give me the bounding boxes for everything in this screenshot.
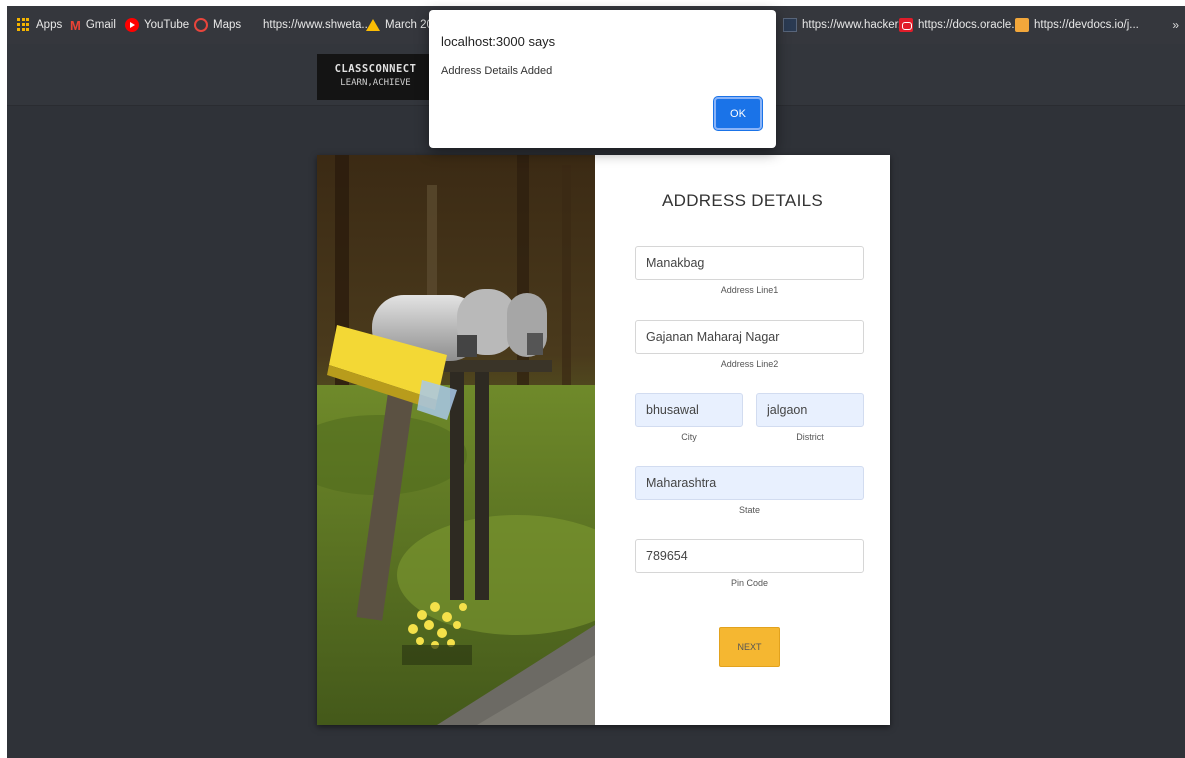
state-input[interactable] [635, 466, 864, 500]
address-card: ADDRESS DETAILS Address Line1 Address Li… [317, 155, 890, 725]
devdocs-icon [1015, 18, 1029, 32]
bookmark-shweta[interactable]: https://www.shweta... [263, 6, 371, 44]
dialog-ok-button[interactable]: OK [714, 97, 762, 130]
address-form: ADDRESS DETAILS Address Line1 Address Li… [595, 155, 890, 725]
bookmark-youtube[interactable]: YouTube [125, 6, 189, 44]
oracle-icon [899, 18, 913, 32]
bookmark-label: Maps [213, 19, 242, 31]
bookmarks-overflow-icon[interactable]: » [1172, 6, 1179, 44]
bookmark-label: Gmail [85, 19, 116, 31]
logo-subtitle: LEARN,ACHIEVE [340, 78, 411, 88]
bookmark-oracle[interactable]: https://docs.oracle.... [899, 6, 1024, 44]
mailbox-illustration [317, 155, 595, 725]
address-line1-label: Address Line1 [720, 285, 779, 295]
logo-title: CLASSCONNECT [334, 63, 417, 75]
address-line1-input[interactable] [635, 246, 864, 280]
city-label: City [681, 432, 697, 442]
bookmark-label: https://www.hacker... [802, 19, 908, 31]
mailbox-photo [317, 155, 595, 725]
dialog-message: Address Details Added [441, 65, 553, 77]
hackerrank-icon [783, 18, 797, 32]
bookmark-maps[interactable]: Maps [194, 6, 241, 44]
next-button[interactable]: NEXT [719, 627, 780, 667]
bookmark-apps[interactable]: Apps [17, 6, 62, 44]
state-label: State [738, 505, 760, 515]
bookmark-label: https://devdocs.io/j... [1034, 19, 1139, 31]
city-input[interactable] [635, 393, 743, 427]
bookmark-label: YouTube [144, 19, 190, 31]
bookmark-devdocs[interactable]: https://devdocs.io/j... [1015, 6, 1139, 44]
dialog-title: localhost:3000 says [441, 34, 556, 49]
google-drive-icon [366, 19, 380, 31]
district-label: District [796, 432, 824, 442]
bookmark-label: https://docs.oracle.... [918, 19, 1025, 31]
pincode-input[interactable] [635, 539, 864, 573]
bookmark-gmail[interactable]: M Gmail [70, 6, 116, 44]
alert-dialog: localhost:3000 says Address Details Adde… [429, 10, 776, 148]
address-line2-input[interactable] [635, 320, 864, 354]
pincode-label: Pin Code [730, 578, 769, 588]
browser-window: Apps M Gmail YouTube Maps https://www.sh… [7, 6, 1185, 758]
address-line2-label: Address Line2 [720, 359, 779, 369]
district-input[interactable] [756, 393, 864, 427]
maps-icon [194, 18, 208, 32]
bookmark-label: https://www.shweta... [263, 19, 372, 31]
youtube-icon [125, 18, 139, 32]
form-title: ADDRESS DETAILS [661, 191, 823, 210]
logo[interactable]: CLASSCONNECT LEARN,ACHIEVE [317, 54, 434, 100]
bookmark-hacker[interactable]: https://www.hacker... [783, 6, 907, 44]
apps-grid-icon [17, 18, 31, 32]
bookmark-label: Apps [36, 19, 63, 31]
gmail-icon: M [70, 18, 81, 33]
